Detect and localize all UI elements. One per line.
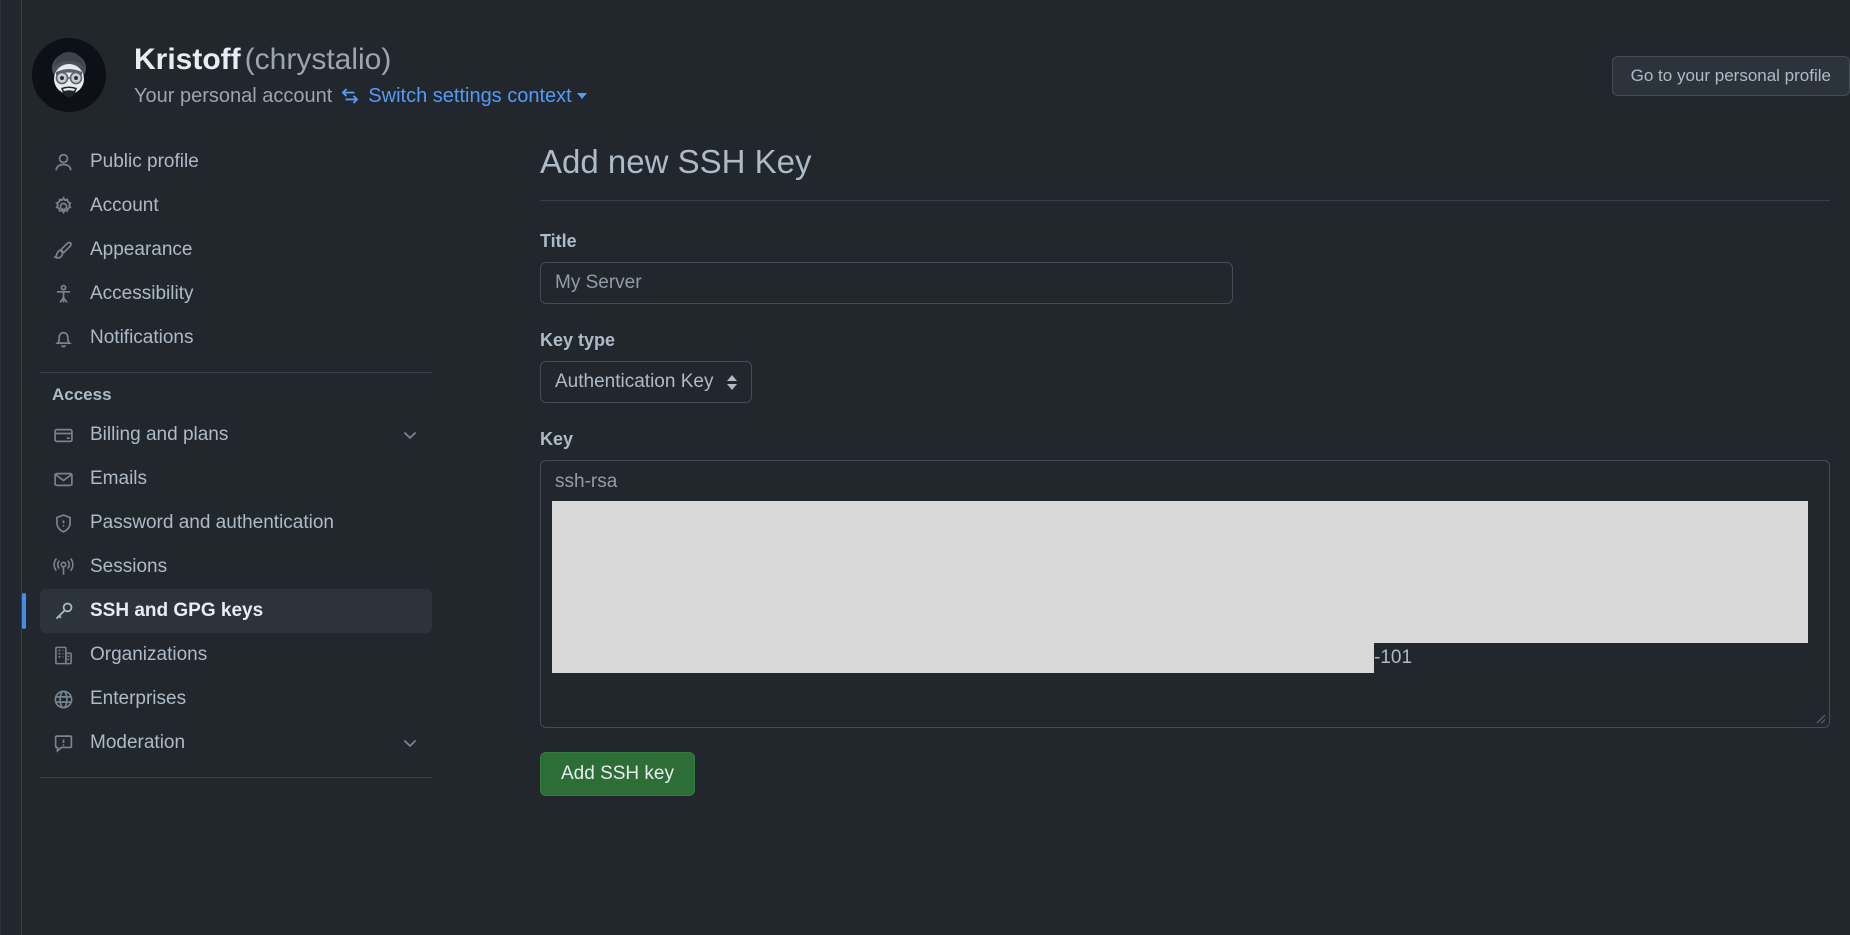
report-icon bbox=[52, 732, 74, 754]
shield-lock-icon bbox=[52, 512, 74, 534]
bell-icon bbox=[52, 327, 74, 349]
sidebar-item-emails[interactable]: Emails bbox=[40, 457, 432, 501]
sidebar-item-public-profile[interactable]: Public profile bbox=[40, 140, 432, 184]
sidebar-item-label: Organizations bbox=[90, 644, 208, 665]
key-type-select[interactable]: Authentication Key bbox=[540, 361, 753, 403]
accessibility-icon bbox=[52, 283, 74, 305]
key-type-field-label: Key type bbox=[540, 330, 616, 350]
personal-account-label: Your personal account bbox=[134, 85, 333, 107]
key-field-label: Key bbox=[540, 429, 574, 449]
sidebar-item-accessibility[interactable]: Accessibility bbox=[40, 272, 432, 316]
go-to-personal-profile-button[interactable]: Go to your personal profile bbox=[1611, 56, 1850, 96]
account-name: Kristoff bbox=[134, 43, 241, 76]
account-identity: Kristoff (chrystalio) Your personal accou… bbox=[134, 40, 587, 110]
sidebar-item-moderation[interactable]: Moderation bbox=[40, 721, 432, 765]
main-content: Add new SSH Key Title Key type Authentic… bbox=[540, 140, 1830, 796]
sidebar-item-label: Enterprises bbox=[90, 688, 187, 709]
window-edge-line bbox=[0, 0, 1, 935]
sidebar-section-title-access: Access bbox=[52, 385, 112, 404]
resize-handle-icon[interactable] bbox=[1812, 710, 1826, 724]
sidebar-item-password-and-authentication[interactable]: Password and authentication bbox=[40, 501, 432, 545]
sidebar-item-sessions[interactable]: Sessions bbox=[40, 545, 432, 589]
active-indicator bbox=[22, 593, 26, 629]
sidebar-item-notifications[interactable]: Notifications bbox=[40, 316, 432, 360]
sidebar-item-ssh-and-gpg-keys[interactable]: SSH and GPG keys bbox=[22, 589, 432, 633]
sidebar-item-label: Accessibility bbox=[90, 283, 194, 304]
switch-settings-context-label: Switch settings context bbox=[368, 85, 572, 107]
credit-card-icon bbox=[52, 424, 74, 446]
sidebar-item-label: Billing and plans bbox=[90, 424, 229, 445]
switch-arrows-icon bbox=[340, 86, 360, 106]
organization-icon bbox=[52, 644, 74, 666]
switch-settings-context-link[interactable]: Switch settings context bbox=[368, 82, 587, 110]
broadcast-icon bbox=[52, 556, 74, 578]
mail-icon bbox=[52, 468, 74, 490]
key-obscured-fragment: -101 bbox=[1374, 647, 1413, 668]
paintbrush-icon bbox=[52, 239, 74, 261]
sidebar-item-label: Notifications bbox=[90, 327, 194, 348]
title-input[interactable] bbox=[540, 262, 1233, 304]
sidebar-item-label: Password and authentication bbox=[90, 512, 334, 533]
add-ssh-key-button[interactable]: Add SSH key bbox=[540, 752, 695, 796]
sidebar-item-appearance[interactable]: Appearance bbox=[40, 228, 432, 272]
title-divider bbox=[540, 200, 1830, 201]
settings-sidebar: Public profile Account Appearance Access… bbox=[22, 140, 462, 935]
go-to-personal-profile-label: Go to your personal profile bbox=[1630, 66, 1831, 85]
sidebar-item-label: Account bbox=[90, 195, 159, 216]
sidebar-divider bbox=[40, 372, 432, 373]
sidebar-item-label: SSH and GPG keys bbox=[90, 600, 264, 621]
avatar[interactable] bbox=[32, 38, 106, 112]
selection-overlay-last-line bbox=[552, 643, 1374, 673]
account-subtitle: Your personal account Switch settings co… bbox=[134, 82, 587, 110]
sidebar-item-organizations[interactable]: Organizations bbox=[40, 633, 432, 677]
avatar-image bbox=[32, 38, 106, 112]
sidebar-item-label: Sessions bbox=[90, 556, 168, 577]
chevron-down-icon bbox=[576, 93, 587, 99]
key-textarea[interactable]: ssh-rsa -101 bbox=[540, 460, 1830, 728]
sidebar-divider-bottom bbox=[40, 777, 432, 778]
account-login: (chrystalio) bbox=[244, 43, 392, 76]
sidebar-item-label: Appearance bbox=[90, 239, 193, 260]
key-type-selected-value: Authentication Key bbox=[555, 371, 714, 392]
selection-overlay bbox=[552, 501, 1808, 643]
title-field-label: Title bbox=[540, 231, 577, 251]
account-title: Kristoff (chrystalio) bbox=[134, 40, 587, 80]
key-icon bbox=[52, 600, 74, 622]
chevron-down-icon[interactable] bbox=[400, 733, 420, 753]
gear-icon bbox=[52, 195, 74, 217]
sidebar-item-billing-and-plans[interactable]: Billing and plans bbox=[40, 413, 432, 457]
globe-icon bbox=[52, 688, 74, 710]
sidebar-item-label: Public profile bbox=[90, 151, 199, 172]
account-header: Kristoff (chrystalio) Your personal accou… bbox=[22, 0, 1850, 140]
chevron-down-icon[interactable] bbox=[400, 425, 420, 445]
sidebar-item-account[interactable]: Account bbox=[40, 184, 432, 228]
page-title: Add new SSH Key bbox=[540, 143, 812, 180]
key-type-select-wrapper: Authentication Key bbox=[540, 361, 753, 403]
sidebar-item-enterprises[interactable]: Enterprises bbox=[40, 677, 432, 721]
sidebar-item-label: Moderation bbox=[90, 732, 186, 753]
person-icon bbox=[52, 151, 74, 173]
chevron-up-down-icon bbox=[727, 374, 738, 390]
key-textarea-value: ssh-rsa bbox=[555, 471, 618, 492]
sidebar-item-label: Emails bbox=[90, 468, 148, 489]
